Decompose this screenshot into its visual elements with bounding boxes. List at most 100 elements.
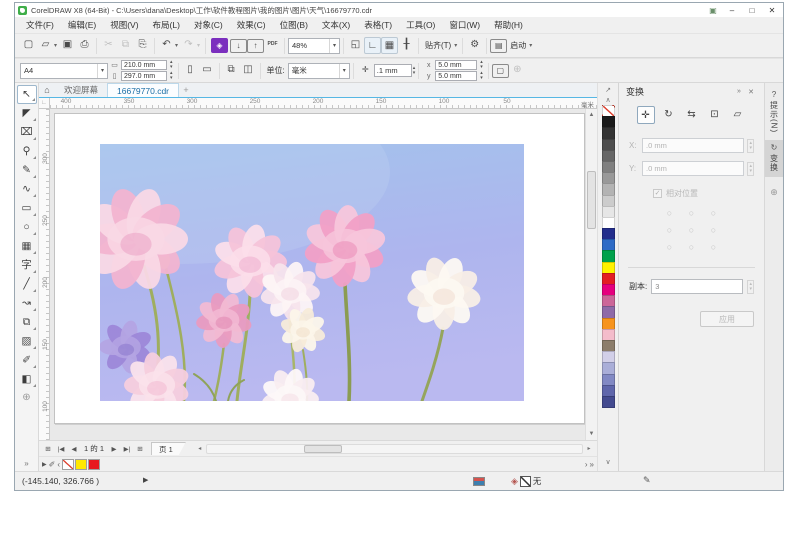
close-button[interactable]: ✕ [764,6,780,15]
show-rulers-icon[interactable]: ∟ [364,37,381,54]
paste-icon[interactable]: ⎘ [134,37,151,54]
page-width-field[interactable]: 210.0 mm [121,60,167,70]
account-icon[interactable]: ▣ [706,6,720,15]
nudge-spinner[interactable]: ▴▾ [413,66,416,76]
horizontal-scroll-thumb[interactable] [304,445,342,453]
page-height-spinner[interactable]: ▴▾ [170,71,173,81]
options-gear-icon[interactable]: ⚙ [466,37,483,54]
palette-flyout-icon[interactable]: ▶ [42,461,47,468]
fullscreen-preview-icon[interactable]: ◱ [347,37,364,54]
prev-page-button[interactable]: ◀ [68,445,80,453]
page-width-spinner[interactable]: ▴▾ [170,60,173,70]
all-pages-button[interactable]: ⧉ [223,62,240,79]
nudge-field[interactable]: .1 mm [374,64,412,77]
zoom-level-combo[interactable]: 48% ▾ [288,38,340,54]
ellipse-tool[interactable]: ○ [17,218,37,237]
zoom-tool[interactable]: ⚲ [17,142,37,161]
palette-color-swatch[interactable] [602,396,615,408]
add-page-before-button[interactable]: ⊞ [42,445,54,453]
document-color-swatch[interactable] [62,459,74,470]
dimension-tool[interactable]: ╱ [17,275,37,294]
pick-tool[interactable]: ↖ [17,85,37,104]
units-dropdown-icon[interactable]: ▾ [339,64,346,78]
export-icon[interactable]: ↑ [247,39,264,53]
print-icon[interactable]: ⎙ [76,37,93,54]
menu-help[interactable]: 帮助(H) [487,18,530,32]
scroll-down-icon[interactable]: ▼ [586,428,597,440]
drawing-canvas[interactable]: ▲ ▼ [50,109,597,440]
open-dropdown-icon[interactable]: ▾ [52,42,59,49]
palette-scroll-right-icon[interactable]: › [585,460,588,469]
vertical-scroll-thumb[interactable] [587,171,596,229]
page-height-field[interactable]: 297.0 mm [121,71,167,81]
launcher-icon[interactable]: ▤ [490,39,507,53]
transform-mode-rotate[interactable]: ↻ [660,106,678,124]
page-1-tab[interactable]: 页 1 [151,442,186,455]
palette-scroll-left-icon[interactable]: ‹ [57,460,60,469]
menu-tools[interactable]: 工具(O) [399,18,442,32]
scroll-up-icon[interactable]: ▲ [586,109,597,121]
treat-as-filled-button[interactable]: ▢ [492,64,509,78]
horizontal-scrollbar[interactable]: ◂ ▸ [195,443,594,455]
new-document-icon[interactable]: ▢ [20,37,37,54]
scroll-left-icon[interactable]: ◂ [195,445,205,452]
rectangle-tool[interactable]: ▭ [17,199,37,218]
duplicate-y-spinner[interactable]: ▴▾ [480,71,483,81]
menu-bitmaps[interactable]: 位图(B) [273,18,315,32]
vertical-ruler[interactable]: 300250200150100 [39,109,50,440]
tab-welcome-screen[interactable]: 欢迎屏幕 [55,83,107,97]
launch-dropdown-icon[interactable]: ▾ [527,42,534,49]
undo-dropdown-icon[interactable]: ▾ [173,42,180,49]
document-color-swatch[interactable] [88,459,100,470]
docker-tab-transform[interactable]: ↻ 变换 [765,140,783,177]
show-guidelines-icon[interactable]: ╂ [398,37,415,54]
menu-effects[interactable]: 效果(C) [230,18,273,32]
portrait-button[interactable]: ▯ [182,62,199,79]
duplicate-x-field[interactable]: 5.0 mm [435,60,477,70]
quick-customize-icon[interactable]: ⊕ [770,187,778,198]
first-page-button[interactable]: |◀ [55,445,67,453]
flower-photo-object[interactable] [100,144,524,401]
menu-layout[interactable]: 布局(L) [146,18,187,32]
home-icon[interactable]: ⌂ [39,83,55,97]
snap-to-button[interactable]: 贴齐(T) [425,40,451,51]
copies-spinner[interactable]: ▴▾ [747,280,754,294]
minimize-button[interactable]: – [724,6,740,15]
coords-flyout-icon[interactable]: ▶ [143,476,148,484]
graph-paper-tool[interactable]: ▦ [17,237,37,256]
palette-expand-icon[interactable]: » [590,460,594,469]
snap-dropdown-icon[interactable]: ▾ [452,42,459,49]
ruler-origin-icon[interactable]: ∟ [39,98,50,109]
freehand-tool[interactable]: ✎ [17,161,37,180]
transform-mode-size[interactable]: ⊡ [706,106,724,124]
text-tool[interactable]: 字 [17,256,37,275]
duplicate-x-spinner[interactable]: ▴▾ [480,60,483,70]
customize-toolbox-button[interactable]: ⊕ [17,389,37,407]
menu-text[interactable]: 文本(X) [315,18,357,32]
palette-eyedropper-icon[interactable]: ✐ [49,460,56,469]
shape-tool[interactable]: ◤ [17,104,37,123]
docker-close-icon[interactable]: ✕ [745,88,757,96]
palette-flyout-icon[interactable]: ↗ [605,86,611,96]
add-page-after-button[interactable]: ⊞ [134,445,146,453]
toolbox-overflow-icon[interactable]: » [24,459,28,468]
document-color-swatch[interactable] [75,459,87,470]
horizontal-ruler[interactable]: 毫米 40035030025020015010050 [50,98,597,109]
interactive-fill-tool[interactable]: ◧ [17,370,37,389]
crop-tool[interactable]: ⌧ [17,123,37,142]
new-tab-icon[interactable]: + [179,83,193,97]
connector-tool[interactable]: ↝ [17,294,37,313]
horizontal-scroll-track[interactable] [206,444,583,454]
menu-file[interactable]: 文件(F) [19,18,61,32]
tab-document[interactable]: 16679770.cdr [107,83,179,97]
current-page-button[interactable]: ◫ [240,62,257,79]
content-exchange-icon[interactable]: ◈ [211,38,228,53]
copies-field[interactable]: 3 [651,279,743,294]
menu-object[interactable]: 对象(C) [187,18,230,32]
menu-view[interactable]: 视图(V) [103,18,145,32]
maximize-button[interactable]: □ [744,6,760,15]
menu-window[interactable]: 窗口(W) [442,18,487,32]
scroll-right-icon[interactable]: ▸ [584,445,594,452]
transform-mode-skew[interactable]: ▱ [729,106,747,124]
palette-scroll-down-icon[interactable]: ∨ [605,458,610,468]
